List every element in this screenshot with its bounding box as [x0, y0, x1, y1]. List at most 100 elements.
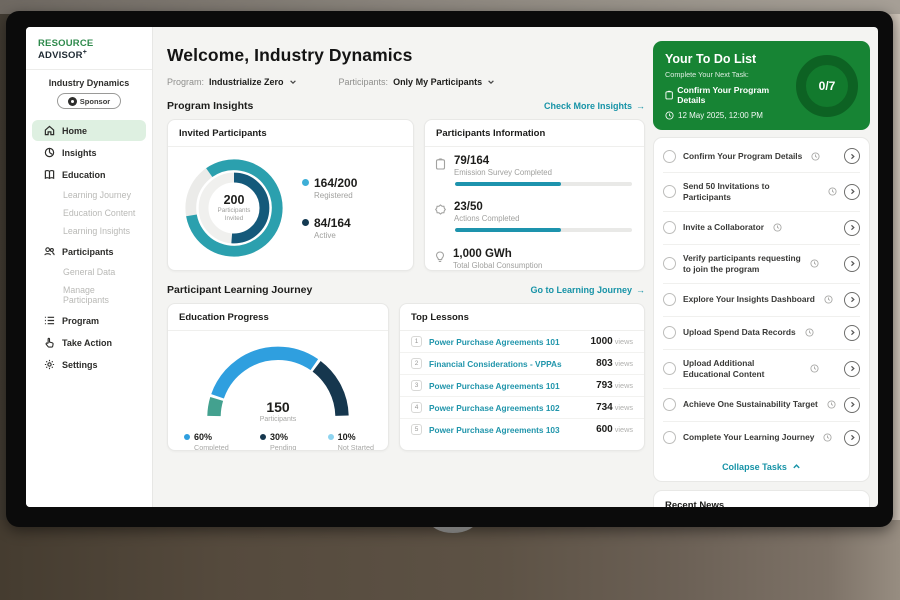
chevron-right-icon — [849, 153, 856, 160]
clock-icon — [805, 328, 814, 337]
chevron-right-icon — [849, 365, 856, 372]
task-open-button[interactable] — [844, 184, 860, 200]
check-more-insights-link[interactable]: Check More Insights → — [544, 101, 645, 111]
invited-total: 200 — [224, 193, 245, 207]
task-open-button[interactable] — [844, 397, 860, 413]
actions-completed-stat: 23/50 Actions Completed — [425, 193, 644, 223]
task-row[interactable]: Verify participants requesting to join t… — [663, 245, 860, 284]
rank-badge: 4 — [411, 402, 422, 413]
not-started-dot — [328, 434, 334, 440]
task-checkbox[interactable] — [663, 185, 676, 198]
dashboard-screen: RESOURCE ADVISOR+ Industry Dynamics Spon… — [26, 27, 878, 507]
chevron-right-icon — [849, 296, 856, 303]
lesson-link[interactable]: Financial Considerations - VPPAs — [429, 359, 589, 369]
lesson-row: 5 Power Purchase Agreements 103 600views — [400, 419, 644, 440]
task-open-button[interactable] — [844, 256, 860, 272]
chevron-right-icon — [849, 260, 856, 267]
task-open-button[interactable] — [844, 430, 860, 446]
invited-participants-card: Invited Participants 200 Partic — [167, 119, 414, 271]
arrow-right-icon: → — [636, 285, 645, 295]
clock-icon — [823, 433, 832, 442]
clock-icon — [810, 364, 819, 373]
task-row[interactable]: Complete Your Learning Journey — [663, 422, 860, 454]
task-open-button[interactable] — [844, 220, 860, 236]
consumption-stat: 1,000 GWh Total Global Consumption — [425, 240, 644, 270]
card-title: Participants Information — [425, 120, 644, 147]
task-checkbox[interactable] — [663, 362, 676, 375]
gauge-total-label: Participants — [198, 416, 358, 423]
clock-icon — [827, 400, 836, 409]
emission-survey-stat: 79/164 Emission Survey Completed — [425, 147, 644, 177]
task-checkbox[interactable] — [663, 326, 676, 339]
go-to-learning-journey-link[interactable]: Go to Learning Journey → — [530, 285, 645, 295]
lesson-link[interactable]: Power Purchase Agreements 103 — [429, 425, 589, 435]
sidebar-item-home[interactable]: Home — [32, 120, 146, 141]
todo-next-task: Confirm Your Program Details — [665, 85, 790, 105]
list-icon — [44, 315, 55, 326]
insights-column: Welcome, Industry Dynamics Program: Indu… — [167, 41, 645, 507]
active-dot — [302, 219, 309, 226]
task-open-button[interactable] — [844, 148, 860, 164]
app-logo: RESOURCE ADVISOR+ — [26, 27, 152, 70]
lesson-link[interactable]: Power Purchase Agreements 102 — [429, 403, 589, 413]
task-open-button[interactable] — [844, 361, 860, 377]
task-row[interactable]: Achieve One Sustainability Target — [663, 389, 860, 422]
task-open-button[interactable] — [844, 292, 860, 308]
arrow-right-icon: → — [636, 101, 645, 111]
participants-filter[interactable]: Participants: Only My Participants — [339, 77, 496, 87]
task-row[interactable]: Upload Additional Educational Content — [663, 350, 860, 389]
sidebar-item-participants[interactable]: Participants — [32, 241, 146, 262]
lesson-row: 2 Financial Considerations - VPPAs 803vi… — [400, 353, 644, 375]
todo-title: Your To Do List — [665, 52, 790, 66]
sidebar-item-general-data[interactable]: General Data — [32, 263, 146, 281]
rank-badge: 5 — [411, 424, 422, 435]
sidebar-item-education-content[interactable]: Education Content — [32, 204, 146, 222]
todo-task-list: Confirm Your Program Details Send 50 Inv… — [653, 137, 870, 482]
home-icon — [44, 125, 55, 136]
chevron-right-icon — [849, 188, 856, 195]
clock-icon — [665, 111, 674, 120]
sidebar-item-program[interactable]: Program — [32, 310, 146, 331]
legend-not-started: 10% Not Started — [328, 432, 374, 451]
sidebar-item-settings[interactable]: Settings — [32, 354, 146, 375]
collapse-tasks-link[interactable]: Collapse Tasks — [663, 454, 860, 477]
task-row[interactable]: Upload Spend Data Records — [663, 317, 860, 350]
task-checkbox[interactable] — [663, 398, 676, 411]
sidebar-item-education[interactable]: Education — [32, 164, 146, 185]
emission-survey-progressbar — [455, 182, 632, 186]
pending-dot — [260, 434, 266, 440]
chevron-down-icon — [289, 78, 297, 86]
task-row[interactable]: Confirm Your Program Details — [663, 140, 860, 173]
sidebar-item-learning-journey[interactable]: Learning Journey — [32, 186, 146, 204]
task-open-button[interactable] — [844, 325, 860, 341]
todo-column: Your To Do List Complete Your Next Task:… — [653, 41, 870, 507]
task-checkbox[interactable] — [663, 257, 676, 270]
bulb-icon — [435, 251, 445, 263]
learning-journey-heading: Participant Learning Journey — [167, 284, 312, 296]
program-filter[interactable]: Program: Industrialize Zero — [167, 77, 297, 87]
sidebar-item-learning-insights[interactable]: Learning Insights — [32, 222, 146, 240]
chevron-right-icon — [849, 401, 856, 408]
rank-badge: 1 — [411, 336, 422, 347]
task-row[interactable]: Invite a Collaborator — [663, 212, 860, 245]
task-checkbox[interactable] — [663, 431, 676, 444]
chevron-down-icon — [487, 78, 495, 86]
task-checkbox[interactable] — [663, 293, 676, 306]
sidebar-item-take-action[interactable]: Take Action — [32, 332, 146, 353]
lesson-link[interactable]: Power Purchase Agreements 101 — [429, 337, 584, 347]
logo-advisor: ADVISOR+ — [38, 50, 87, 61]
clock-icon — [828, 187, 837, 196]
completed-dot — [184, 434, 190, 440]
card-title: Top Lessons — [400, 304, 644, 331]
task-checkbox[interactable] — [663, 221, 676, 234]
sidebar-item-manage-participants[interactable]: Manage Participants — [32, 281, 146, 309]
task-row[interactable]: Explore Your Insights Dashboard — [663, 284, 860, 317]
task-checkbox[interactable] — [663, 150, 676, 163]
clipboard-check-icon — [665, 90, 673, 100]
task-row[interactable]: Send 50 Invitations to Participants — [663, 173, 860, 212]
sidebar-item-insights[interactable]: Insights — [32, 142, 146, 163]
todo-datetime: 12 May 2025, 12:00 PM — [665, 111, 790, 120]
lesson-link[interactable]: Power Purchase Agreements 101 — [429, 381, 589, 391]
legend-active: 84/164 Active — [302, 216, 357, 240]
registered-dot — [302, 179, 309, 186]
